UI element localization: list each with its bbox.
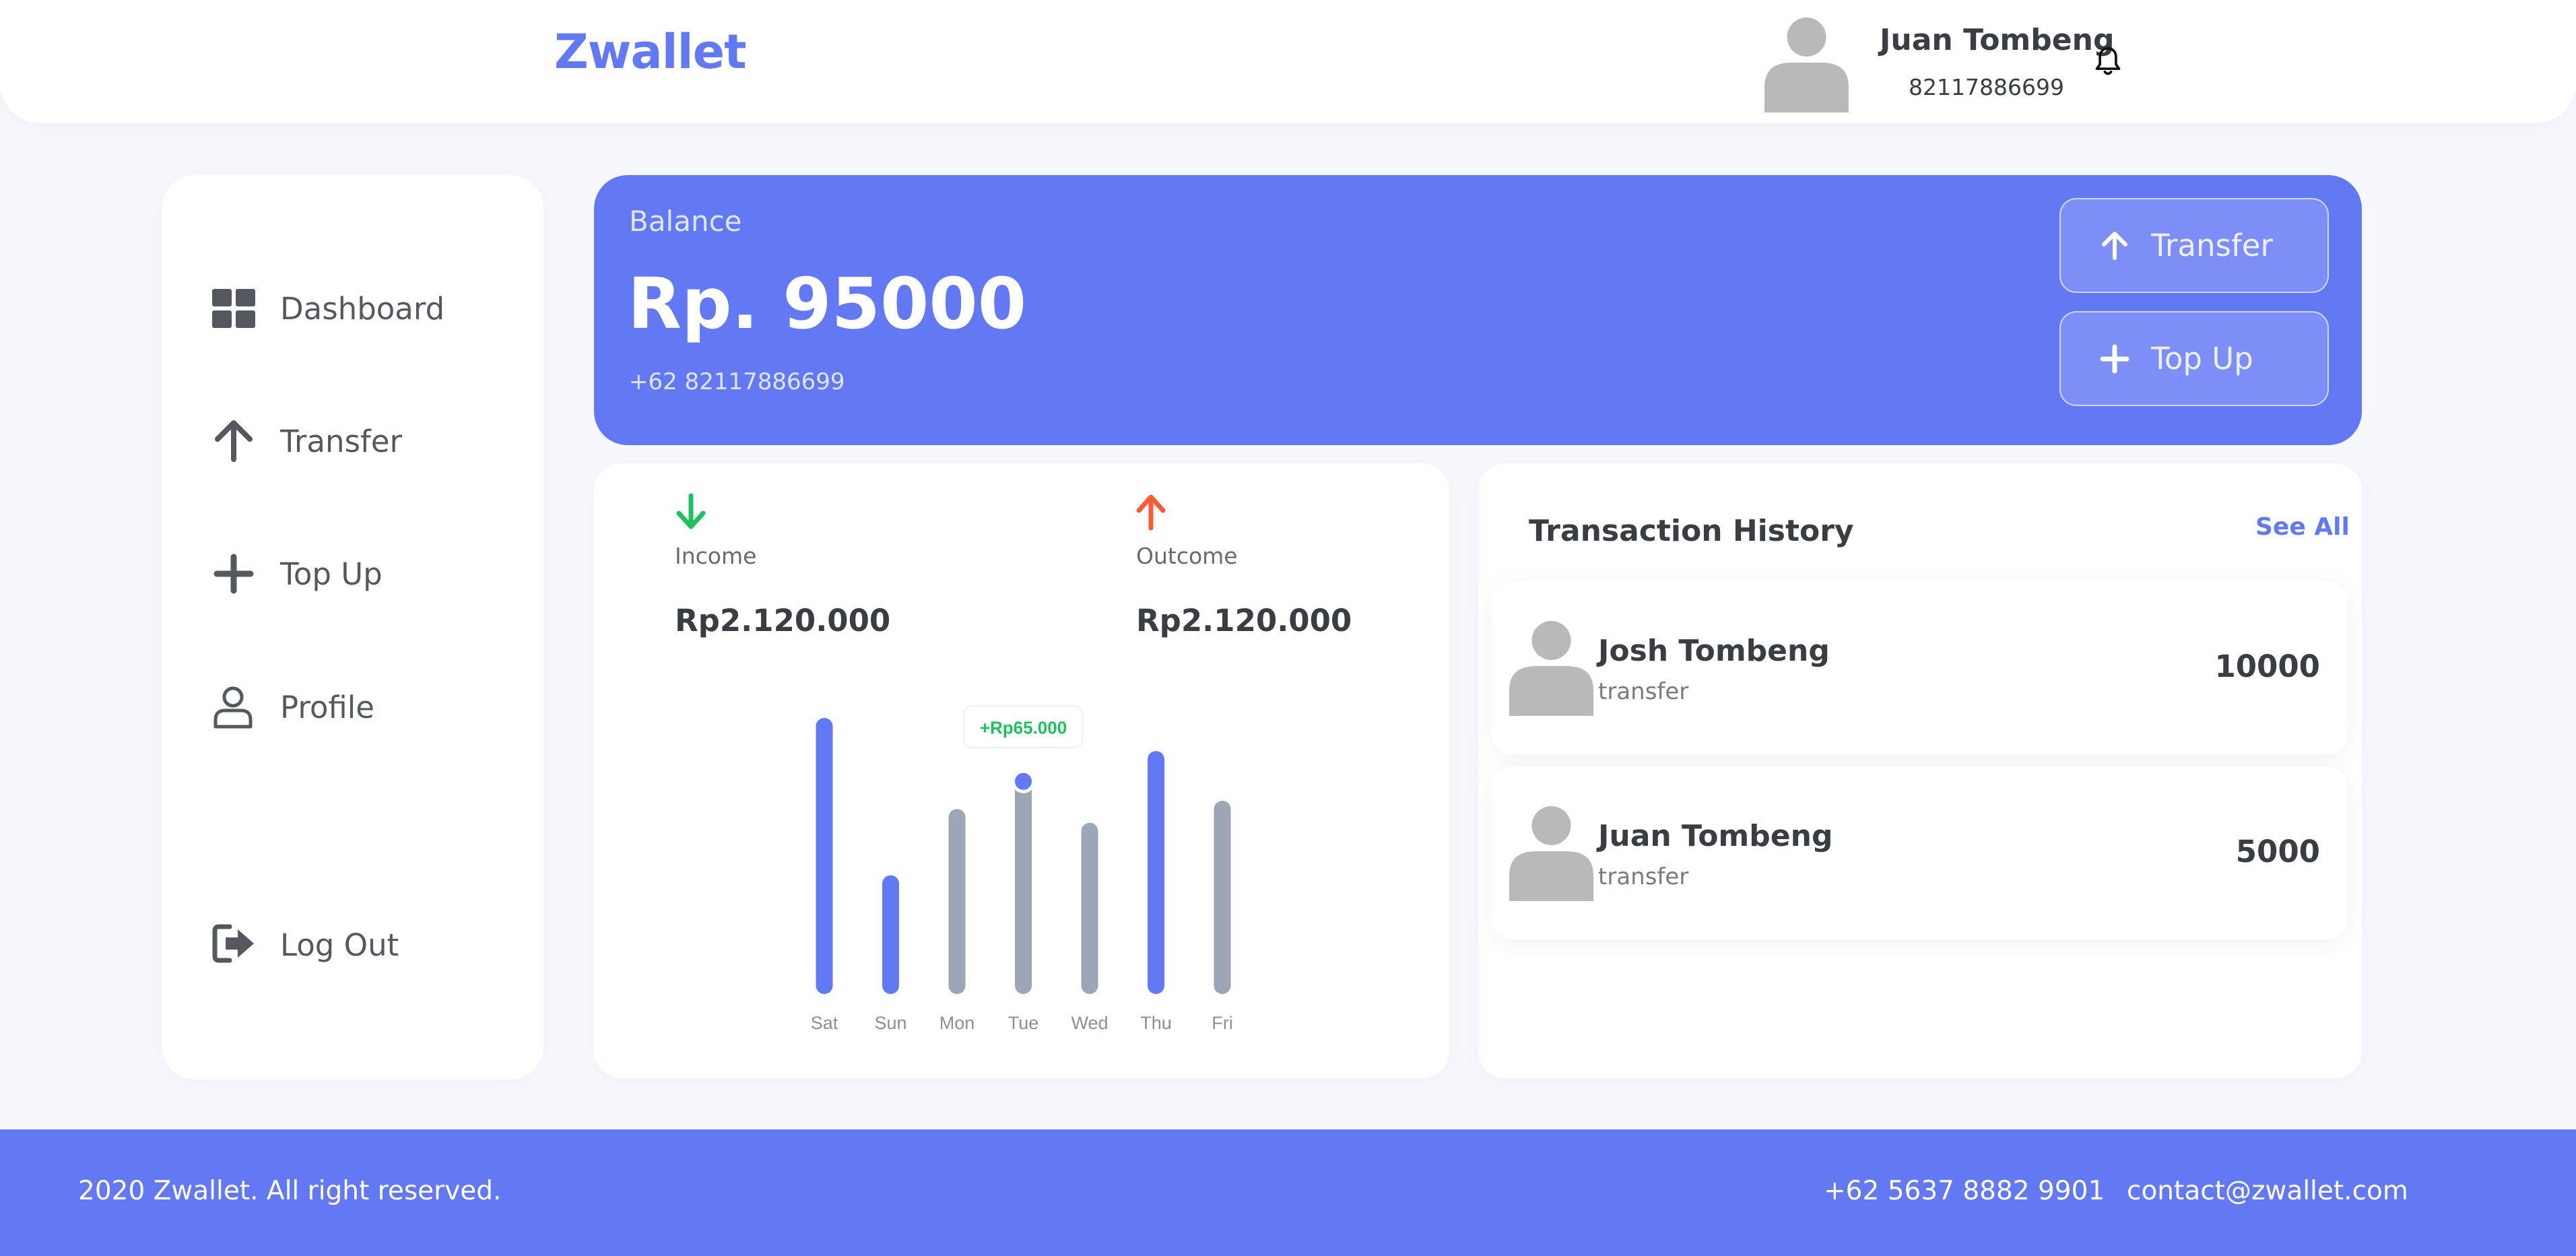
chart-tick-label: Thu [1140, 1013, 1172, 1033]
brand-logo[interactable]: Zwallet [554, 24, 747, 79]
arrow-up-icon [215, 420, 253, 462]
transaction-item[interactable]: Juan Tombeng transfer 5000 [1492, 766, 2347, 939]
sidebar-item-label: Profile [280, 689, 374, 725]
top-up-button-label: Top Up [2151, 341, 2253, 376]
dashboard-grid-icon [212, 289, 255, 328]
income-outcome-card: Income Rp2.120.000 Outcome Rp2.120.000 S… [594, 463, 1449, 1078]
chart-tick-label: Sun [874, 1013, 906, 1033]
footer-copyright: 2020 Zwallet. All right reserved. [78, 1176, 502, 1206]
top-header: Zwallet Juan Tombeng 82117886699 [0, 0, 2576, 123]
sidebar-item-label: Dashboard [280, 290, 445, 327]
transaction-history-card: Transaction History See All Josh Tombeng… [1478, 463, 2362, 1078]
balance-label: Balance [629, 205, 742, 238]
logout-label: Log Out [280, 927, 399, 963]
user-phone: 82117886699 [1909, 74, 2064, 100]
footer-email[interactable]: contact@zwallet.com [2127, 1176, 2408, 1206]
arrow-up-icon [2102, 231, 2127, 260]
logout-icon [212, 924, 254, 963]
chart-tooltip-label: +Rp65.000 [980, 717, 1067, 737]
avatar [1509, 621, 1593, 716]
footer-phone[interactable]: +62 5637 8882 9901 [1824, 1176, 2105, 1206]
transaction-name: Juan Tombeng [1598, 819, 1833, 853]
footer: 2020 Zwallet. All right reserved. +62 56… [0, 1129, 2576, 1256]
transfer-button[interactable]: Transfer [2059, 198, 2329, 293]
balance-card: Balance Rp. 95000 +62 82117886699 Transf… [594, 175, 2362, 445]
balance-amount: Rp. 95000 [628, 263, 1027, 345]
sidebar-item-top-up[interactable]: Top Up [162, 543, 543, 604]
plus-icon [213, 554, 254, 594]
chart-bar-tue[interactable] [1015, 781, 1032, 994]
transaction-type: transfer [1598, 678, 1689, 705]
transaction-item[interactable]: Josh Tombeng transfer 10000 [1492, 581, 2347, 754]
plus-icon [2100, 344, 2129, 373]
chart-bar-sun[interactable] [882, 875, 899, 994]
see-all-link[interactable]: See All [2255, 513, 2350, 541]
chart-bar-thu[interactable] [1148, 751, 1164, 994]
avatar [1509, 806, 1593, 901]
history-title: Transaction History [1529, 514, 1854, 548]
transaction-type: transfer [1598, 863, 1689, 890]
user-outline-icon [213, 686, 253, 729]
chart-tick-label: Wed [1071, 1013, 1108, 1033]
transaction-amount: 10000 [2214, 649, 2320, 684]
chart-bar-fri[interactable] [1214, 801, 1231, 994]
chart-point-marker [1012, 769, 1035, 793]
user-avatar[interactable] [1764, 11, 1849, 112]
weekly-bar-chart: Sat Sun Mon Tue +Rp65.000 Wed Thu Fri [811, 705, 1233, 1033]
chart-tick-label: Tue [1008, 1013, 1039, 1033]
transfer-button-label: Transfer [2151, 228, 2273, 263]
sidebar-item-dashboard[interactable]: Dashboard [162, 278, 543, 339]
chart-tick-label: Mon [939, 1013, 975, 1033]
chart-tick-label: Fri [1212, 1013, 1232, 1033]
bell-icon[interactable] [2093, 46, 2123, 78]
transaction-name: Josh Tombeng [1598, 634, 1830, 668]
sidebar-item-profile[interactable]: Profile [162, 677, 543, 737]
chart-bar-wed[interactable] [1081, 822, 1098, 994]
top-up-button[interactable]: Top Up [2059, 311, 2329, 406]
chart-bar-mon[interactable] [948, 809, 966, 994]
sidebar: Dashboard Transfer Top Up Profile Log Ou… [162, 175, 543, 1080]
chart-bar-sat[interactable] [816, 718, 833, 994]
sidebar-item-label: Top Up [280, 556, 383, 592]
sidebar-item-label: Transfer [280, 423, 402, 459]
transaction-amount: 5000 [2235, 834, 2320, 869]
balance-phone: +62 82117886699 [629, 368, 845, 395]
chart-tick-label: Sat [811, 1013, 838, 1033]
logout-button[interactable]: Log Out [162, 915, 543, 975]
sidebar-item-transfer[interactable]: Transfer [162, 411, 543, 471]
user-name: Juan Tombeng [1880, 23, 2115, 57]
